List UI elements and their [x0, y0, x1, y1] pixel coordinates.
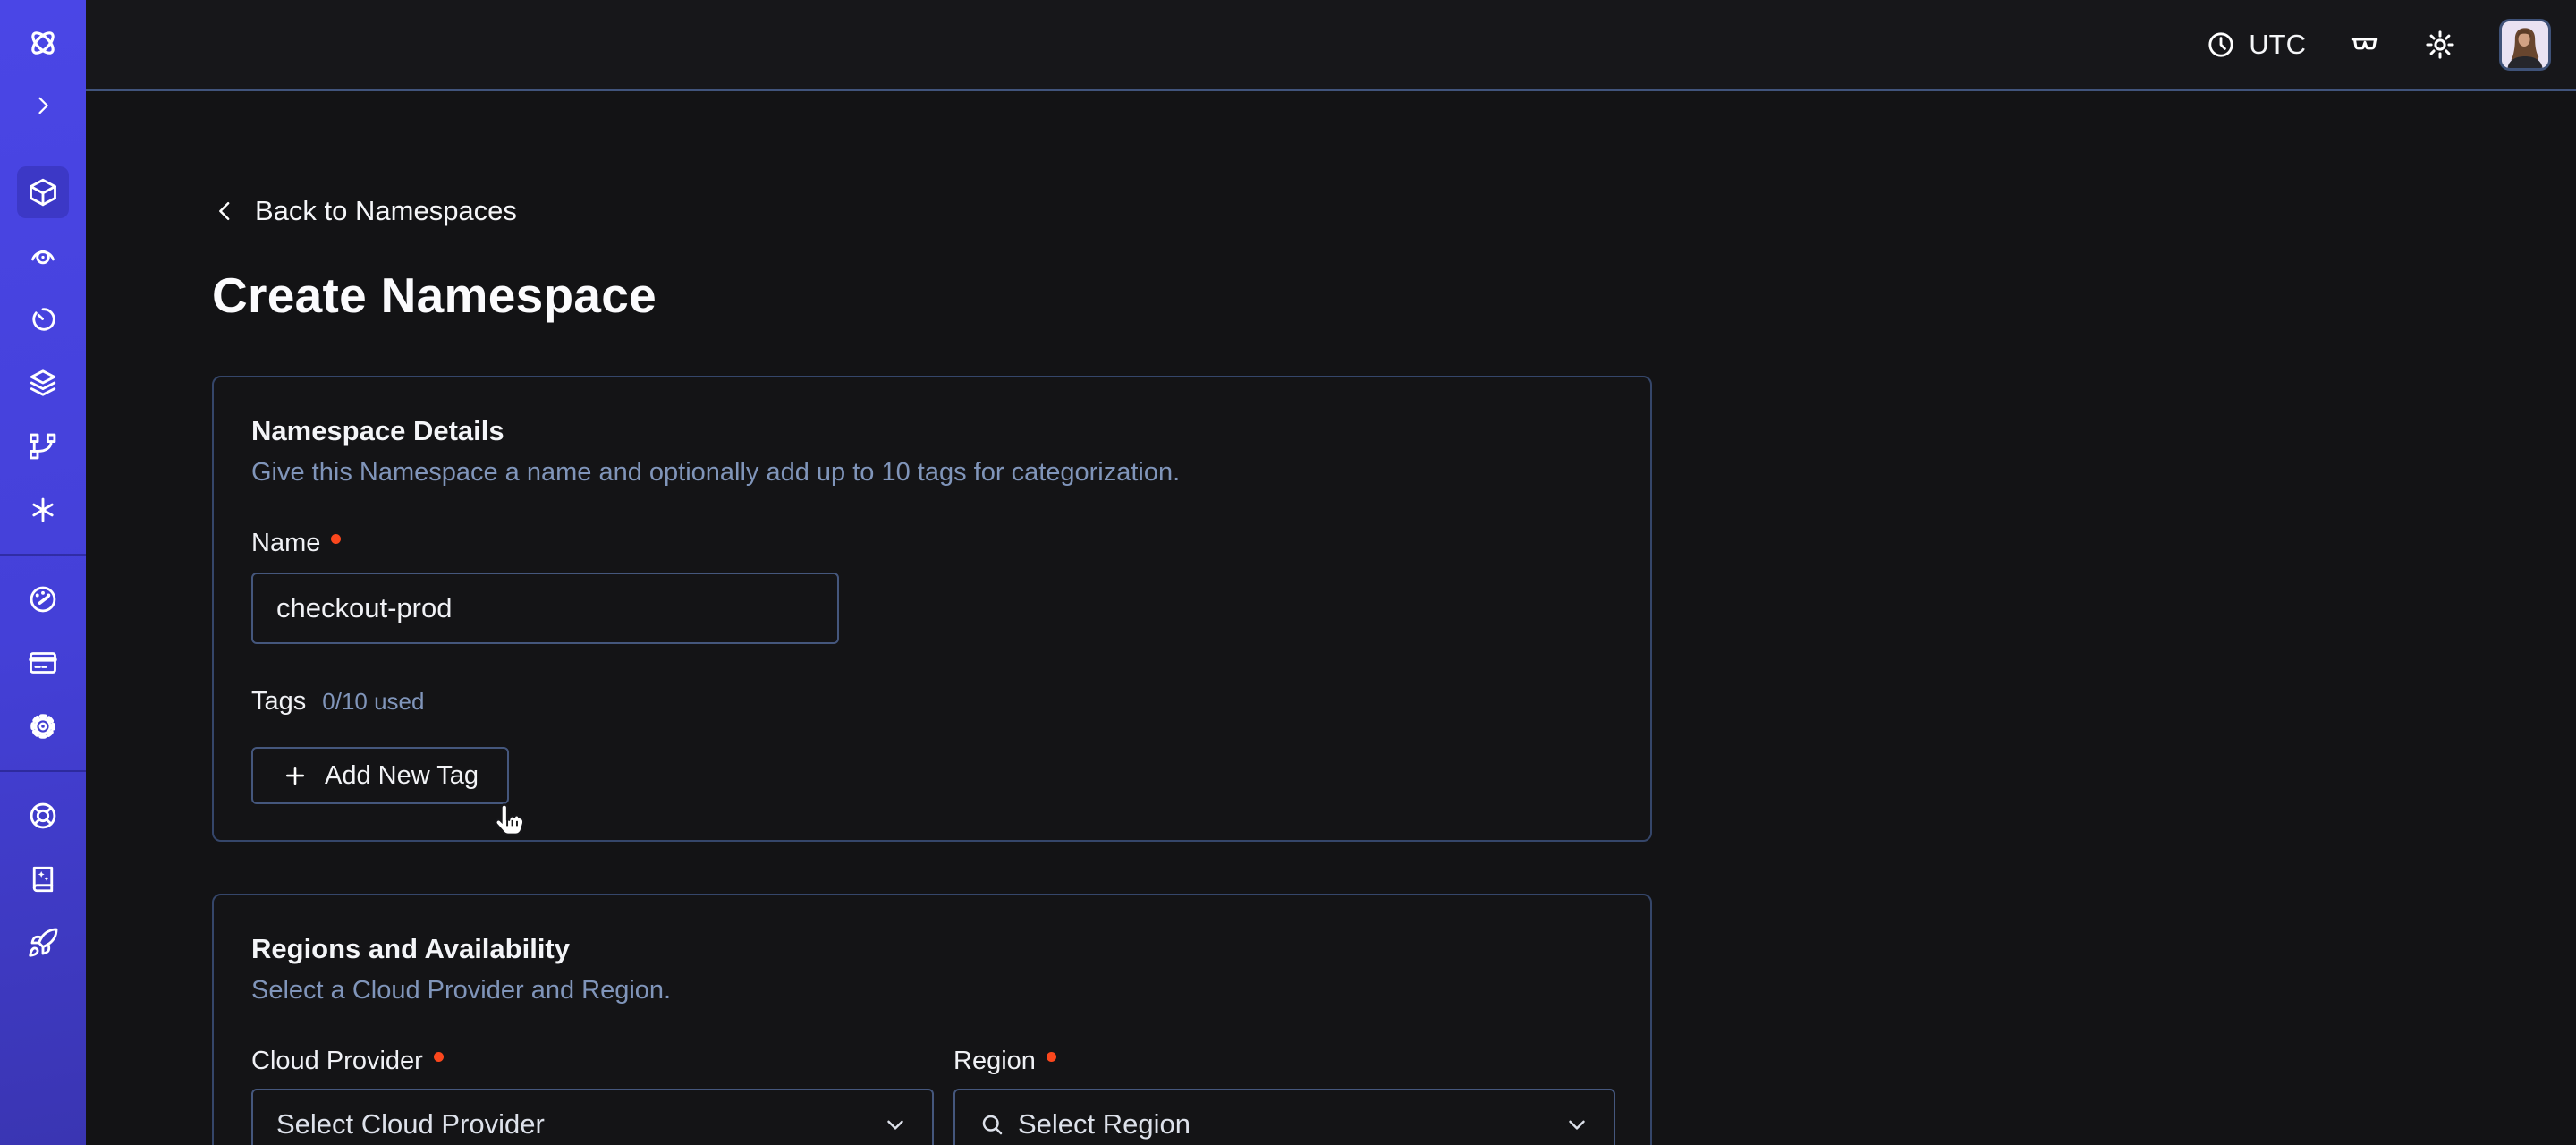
sidebar-item-batch[interactable]	[17, 357, 69, 409]
billing-card-icon	[27, 647, 59, 679]
required-dot	[331, 534, 341, 544]
region-select[interactable]: Select Region	[953, 1089, 1615, 1145]
back-link-label: Back to Namespaces	[255, 195, 517, 227]
cloud-provider-placeholder: Select Cloud Provider	[276, 1108, 869, 1141]
sidebar	[0, 0, 86, 1145]
tags-count: 0/10 used	[322, 688, 424, 716]
content: Back to Namespaces Create Namespace Name…	[86, 91, 2576, 1145]
asterisk-icon	[27, 494, 59, 526]
avatar-image	[2502, 21, 2548, 68]
card-subtitle: Select a Cloud Provider and Region.	[251, 976, 1613, 1005]
card-subtitle: Give this Namespace a name and optionall…	[251, 458, 1613, 488]
sidebar-item-billing[interactable]	[17, 637, 69, 689]
cloud-provider-field: Cloud Provider Select Cloud Provider	[251, 1047, 934, 1145]
sidebar-item-labs[interactable]	[17, 484, 69, 536]
temporal-logo-glyph	[25, 25, 61, 61]
tags-label: Tags	[251, 687, 306, 717]
card-title: Namespace Details	[251, 415, 1613, 447]
cloud-provider-select[interactable]: Select Cloud Provider	[251, 1089, 934, 1145]
add-new-tag-label: Add New Tag	[325, 761, 479, 791]
sidebar-item-usage[interactable]	[17, 573, 69, 625]
sidebar-account-group	[0, 573, 86, 752]
sidebar-divider	[0, 554, 86, 556]
sidebar-primary-group	[0, 166, 86, 536]
sidebar-help-group	[0, 790, 86, 969]
chevron-down-icon	[1563, 1111, 1590, 1138]
main-column: UTC	[86, 0, 2576, 1145]
search-icon	[979, 1111, 1005, 1138]
page-title: Create Namespace	[212, 267, 2576, 324]
provider-region-grid: Cloud Provider Select Cloud Provider Reg…	[251, 1047, 1613, 1145]
regions-card: Regions and Availability Select a Cloud …	[212, 894, 1652, 1145]
name-input[interactable]	[251, 572, 839, 644]
add-new-tag-button[interactable]: Add New Tag	[251, 747, 509, 804]
plus-icon	[282, 762, 309, 789]
region-placeholder: Select Region	[1018, 1108, 1551, 1141]
required-dot	[1046, 1052, 1056, 1062]
sidebar-item-namespaces[interactable]	[17, 166, 69, 218]
support-lifebuoy-icon	[27, 800, 59, 832]
sidebar-item-schedules[interactable]	[17, 293, 69, 345]
workflows-orbit-icon	[27, 240, 59, 272]
app-window: UTC	[0, 0, 2576, 1145]
sidebar-expand-button[interactable]	[0, 86, 86, 125]
docs-book-icon	[27, 863, 59, 895]
namespace-details-card: Namespace Details Give this Namespace a …	[212, 376, 1652, 842]
chevron-left-icon	[212, 198, 239, 225]
layers-icon	[27, 367, 59, 399]
schedules-timer-icon	[27, 303, 59, 335]
sidebar-item-nexus[interactable]	[17, 420, 69, 472]
getting-started-rocket-icon	[27, 927, 59, 959]
temporal-logo-icon[interactable]	[0, 0, 86, 86]
sidebar-divider	[0, 770, 86, 772]
usage-gauge-icon	[27, 583, 59, 615]
tags-row: Tags 0/10 used	[251, 687, 1613, 717]
name-label: Name	[251, 529, 1613, 558]
chevron-down-icon	[882, 1111, 909, 1138]
sun-icon	[2424, 29, 2456, 61]
timezone-button[interactable]: UTC	[2206, 29, 2306, 61]
nexus-branch-icon	[27, 430, 59, 462]
topbar: UTC	[86, 0, 2576, 91]
sidebar-item-docs[interactable]	[17, 853, 69, 905]
required-dot	[434, 1052, 444, 1062]
labs-mode-button[interactable]	[2349, 29, 2381, 61]
sidebar-item-settings[interactable]	[17, 700, 69, 752]
sidebar-item-support[interactable]	[17, 790, 69, 842]
theme-toggle-button[interactable]	[2424, 29, 2456, 61]
namespaces-cube-icon	[27, 176, 59, 208]
avatar[interactable]	[2499, 19, 2551, 71]
glasses-icon	[2349, 29, 2381, 61]
chevron-right-icon	[30, 93, 55, 118]
timezone-label: UTC	[2249, 29, 2306, 61]
sidebar-item-workflows[interactable]	[17, 230, 69, 282]
settings-gear-icon	[27, 710, 59, 742]
cloud-provider-label: Cloud Provider	[251, 1047, 934, 1076]
back-link[interactable]: Back to Namespaces	[212, 195, 517, 227]
sidebar-item-getting-started[interactable]	[17, 917, 69, 969]
clock-icon	[2206, 30, 2236, 60]
region-field: Region Select Region	[953, 1047, 1615, 1145]
card-title: Regions and Availability	[251, 933, 1613, 965]
region-label: Region	[953, 1047, 1615, 1076]
